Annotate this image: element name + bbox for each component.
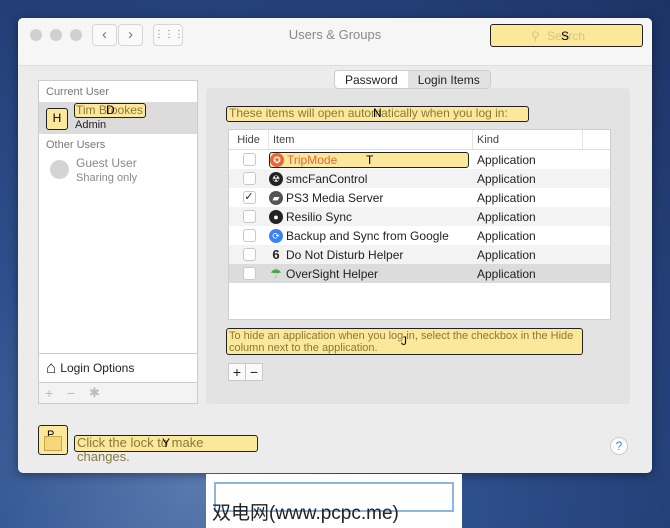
hide-checkbox[interactable]	[242, 153, 256, 166]
hide-checkbox[interactable]	[242, 229, 256, 242]
table-row[interactable]: 6 Do Not Disturb Helper Application	[229, 245, 610, 264]
remove-item-button[interactable]: −	[245, 363, 263, 381]
column-item[interactable]: Item	[269, 130, 473, 149]
login-options-label: Login Options	[60, 360, 135, 375]
item-name: OverSight Helper	[286, 266, 379, 281]
house-icon: ⌂	[46, 357, 57, 377]
oversight-icon: ☂	[270, 265, 282, 281]
tab-login-items[interactable]: Login Items	[407, 71, 490, 88]
login-items-table: Hide Item Kind ✪ TripMode T Application ☢ s…	[228, 129, 611, 320]
hint-key: T	[366, 152, 374, 167]
user-role: Admin	[75, 119, 107, 131]
current-user-label: Current User	[46, 86, 109, 98]
tab-password[interactable]: Password	[335, 71, 408, 88]
hint-key: J	[401, 334, 407, 348]
add-user-button[interactable]: +	[45, 385, 53, 401]
gear-icon[interactable]: ✱	[89, 385, 100, 401]
item-kind: Application	[477, 171, 536, 186]
table-row[interactable]: ● Resilio Sync Application	[229, 207, 610, 226]
hint-key: S	[561, 29, 570, 43]
table-row[interactable]: ⟳ Backup and Sync from Google Application	[229, 226, 610, 245]
tripmode-icon: ✪	[270, 152, 284, 167]
user-tim[interactable]: H Tim Brookes D Admin	[39, 102, 197, 134]
hint-key: Y	[162, 436, 171, 450]
guest-avatar-icon	[50, 160, 69, 179]
item-kind: Application	[477, 190, 536, 205]
tab-bar: Password Login Items	[334, 70, 491, 89]
item-kind: Application	[477, 266, 536, 281]
lock-button[interactable]: P	[38, 425, 68, 455]
watermark-text: 双电网(www.pcpc.me)	[212, 503, 399, 524]
avatar[interactable]: H	[46, 108, 68, 130]
hint-key: D	[106, 103, 115, 117]
lock-text-label: Click the lock to make changes.	[77, 435, 204, 464]
intro-text: These items will open automatically when…	[229, 106, 508, 120]
hide-checkbox[interactable]	[242, 172, 256, 185]
hide-help-text[interactable]: To hide an application when you log in, …	[226, 328, 583, 355]
title-bar: ‹ › ⋮⋮⋮ Users & Groups ⚲ Search S	[18, 18, 652, 66]
table-row[interactable]: ☢ smcFanControl Application	[229, 169, 610, 188]
table-header: Hide Item Kind	[229, 130, 610, 150]
users-groups-window: ‹ › ⋮⋮⋮ Users & Groups ⚲ Search S Curren…	[18, 18, 652, 473]
item-name: PS3 Media Server	[286, 190, 384, 205]
item-kind: Application	[477, 228, 536, 243]
hide-checkbox[interactable]	[242, 248, 256, 261]
add-item-button[interactable]: +	[228, 363, 246, 381]
watermark-box: 双电网(www.pcpc.me)	[206, 474, 462, 528]
user-name[interactable]: Tim Brookes D	[74, 103, 146, 118]
users-sidebar: Current User H Tim Brookes D Admin Other …	[38, 80, 198, 404]
item-kind: Application	[477, 152, 536, 167]
item-name: Backup and Sync from Google	[286, 228, 449, 243]
resilio-sync-icon: ●	[269, 209, 283, 224]
remove-user-button[interactable]: −	[67, 385, 75, 401]
ps3-media-server-icon: ▰	[269, 190, 283, 205]
column-hide[interactable]: Hide	[229, 130, 269, 149]
item-name: Do Not Disturb Helper	[286, 247, 404, 262]
table-row[interactable]: ✪ TripMode T Application	[229, 150, 610, 169]
hint-key: N	[373, 106, 382, 120]
items-toolbar: + −	[228, 363, 263, 381]
user-guest[interactable]: Guest User Sharing only	[39, 155, 197, 187]
smcfancontrol-icon: ☢	[269, 171, 283, 186]
guest-name: Guest User	[76, 156, 137, 170]
other-users-label: Other Users	[46, 139, 106, 151]
hide-checkbox[interactable]	[242, 267, 256, 280]
search-field[interactable]: ⚲ Search S	[490, 24, 643, 47]
search-icon: ⚲	[531, 29, 540, 43]
column-kind[interactable]: Kind	[473, 130, 583, 149]
item-name: smcFanControl	[286, 171, 368, 186]
item-kind: Application	[477, 247, 536, 262]
backup-sync-google-icon: ⟳	[269, 228, 283, 243]
item-name: TripMode	[287, 152, 338, 167]
table-row[interactable]: ☂ OverSight Helper Application	[229, 264, 610, 283]
lock-text[interactable]: Click the lock to make changes. Y	[74, 435, 258, 464]
do-not-disturb-icon: 6	[272, 246, 280, 262]
hide-checkbox[interactable]	[242, 210, 256, 223]
sidebar-toolbar: + − ✱	[39, 382, 197, 403]
item-name: Resilio Sync	[286, 209, 353, 224]
login-items-intro[interactable]: These items will open automatically when…	[226, 106, 529, 122]
login-options-button[interactable]: ⌂ Login Options	[39, 353, 197, 381]
lock-icon	[44, 436, 62, 451]
hide-checkbox[interactable]: ✓	[242, 191, 256, 204]
guest-status: Sharing only	[76, 172, 138, 184]
item-kind: Application	[477, 209, 536, 224]
table-row[interactable]: ✓ ▰ PS3 Media Server Application	[229, 188, 610, 207]
help-button[interactable]: ?	[610, 437, 628, 455]
